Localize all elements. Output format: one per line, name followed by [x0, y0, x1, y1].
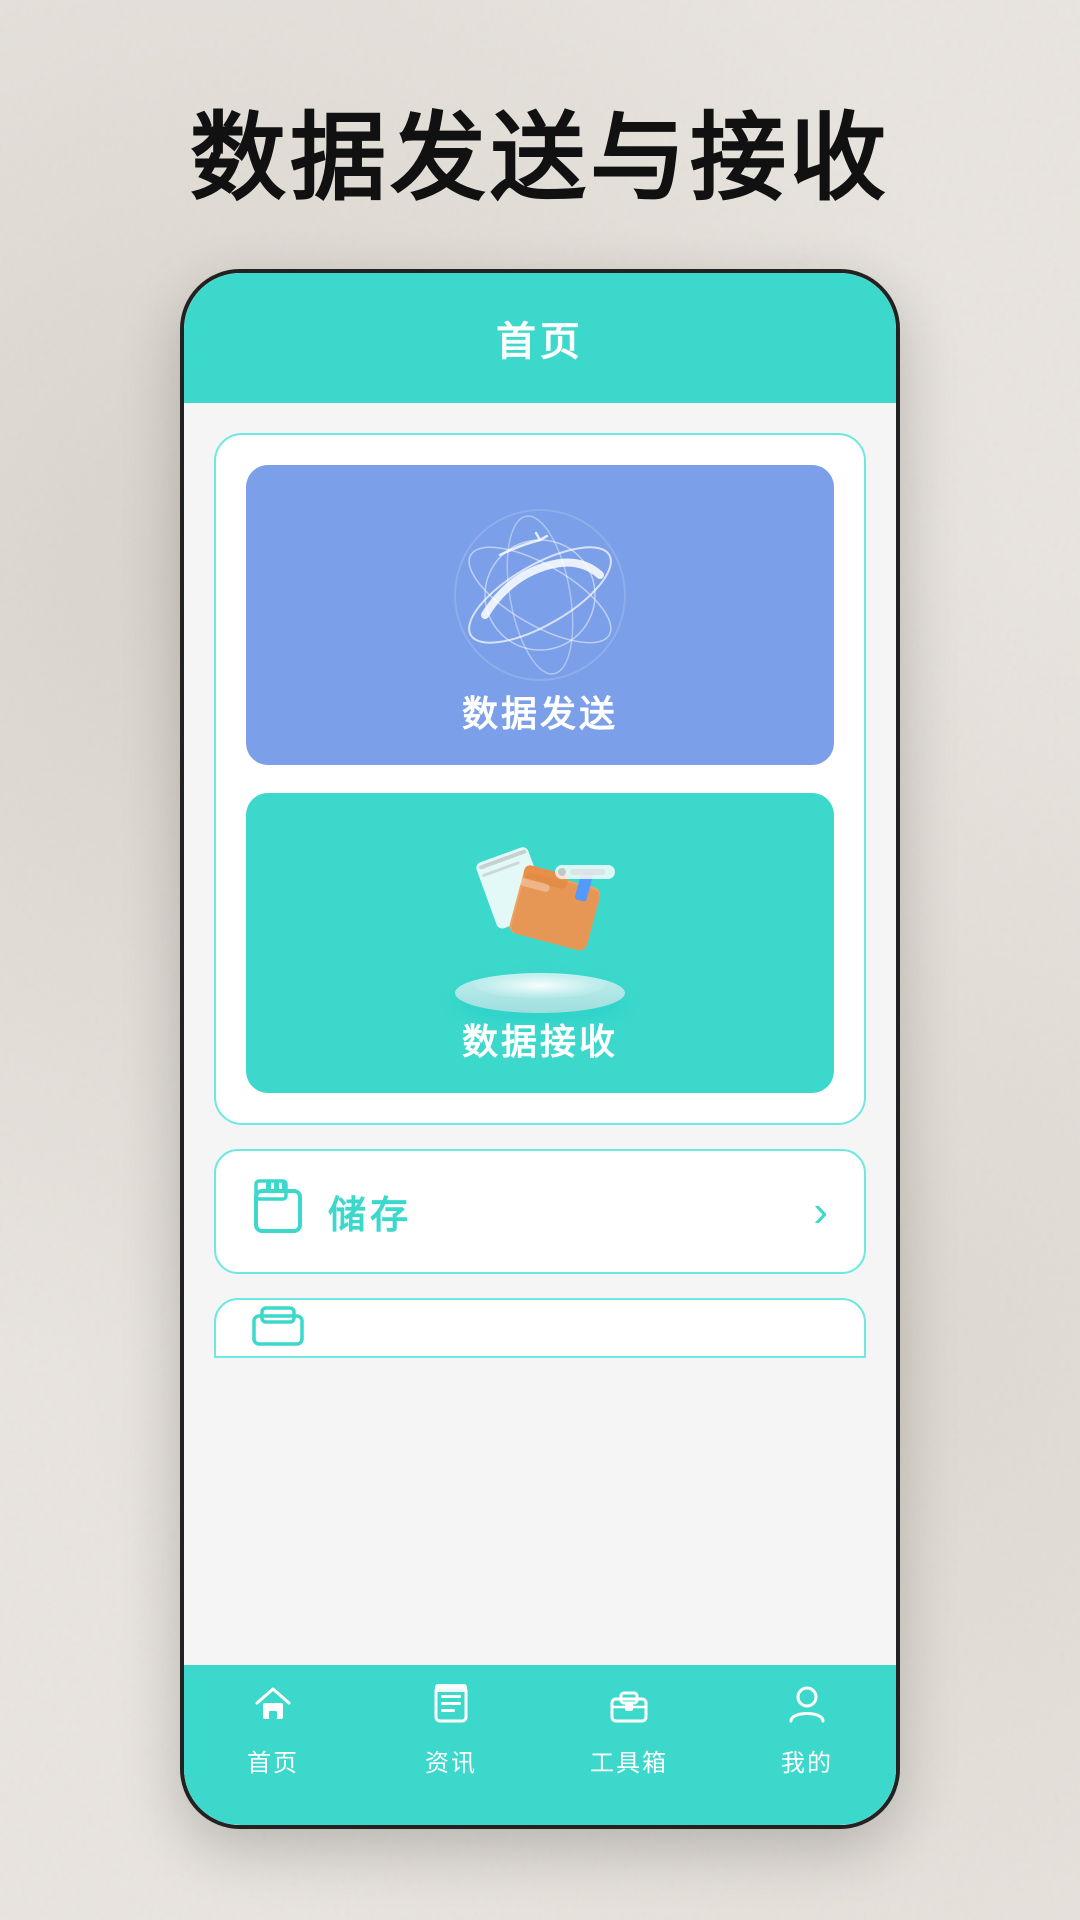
chevron-right-icon: ›	[813, 1187, 828, 1237]
receive-card-label: 数据接收	[462, 1013, 618, 1065]
sd-card-icon	[252, 1179, 304, 1244]
data-send-card[interactable]: 数据发送	[246, 465, 834, 765]
toolbox-icon	[608, 1683, 650, 1735]
page-title: 数据发送与接收	[190, 80, 890, 219]
home-icon	[252, 1683, 294, 1735]
storage-label: 储存	[328, 1184, 789, 1239]
partial-card-icon	[252, 1306, 304, 1351]
tab-home[interactable]: 首页	[184, 1683, 362, 1778]
phone-frame: 首页	[180, 269, 900, 1829]
tab-home-label: 首页	[247, 1743, 299, 1778]
tab-toolbox-label: 工具箱	[590, 1743, 668, 1778]
phone-content: 数据发送	[184, 403, 896, 1665]
person-icon	[786, 1683, 828, 1735]
tab-bar: 首页 资讯	[184, 1665, 896, 1825]
tab-mine-label: 我的	[781, 1743, 833, 1778]
send-card-label: 数据发送	[462, 685, 618, 737]
tab-mine[interactable]: 我的	[718, 1683, 896, 1778]
phone-header: 首页	[184, 273, 896, 403]
tab-toolbox[interactable]: 工具箱	[540, 1683, 718, 1778]
storage-row[interactable]: 储存 ›	[214, 1149, 866, 1274]
news-icon	[430, 1683, 472, 1735]
tab-news[interactable]: 资讯	[362, 1683, 540, 1778]
tab-news-label: 资讯	[425, 1743, 477, 1778]
data-receive-card[interactable]: 数据接收	[246, 793, 834, 1093]
partial-bottom-card[interactable]	[214, 1298, 866, 1358]
cards-container: 数据发送	[214, 433, 866, 1125]
header-title: 首页	[496, 309, 584, 367]
